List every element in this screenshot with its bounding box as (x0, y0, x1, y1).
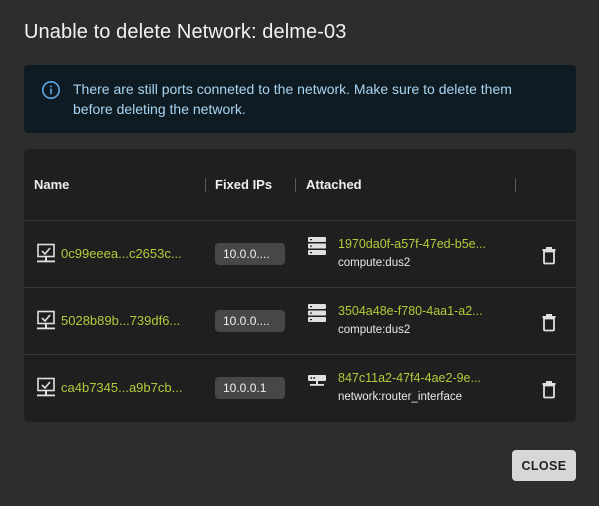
device-owner: compute:dus2 (338, 324, 411, 336)
port-icon (37, 243, 55, 263)
port-name-link[interactable]: 0c99eeea...c2653c... (61, 246, 201, 261)
trash-icon[interactable] (539, 245, 559, 265)
fixed-ip-chip: 10.0.0.... (215, 310, 285, 332)
port-name-link[interactable]: 5028b89b...739df6... (61, 313, 201, 328)
port-icon (37, 310, 55, 330)
port-name-link[interactable]: ca4b7345...a9b7cb... (61, 380, 201, 395)
trash-icon[interactable] (539, 379, 559, 399)
column-resize-handle[interactable] (515, 178, 516, 192)
attached-device-link[interactable]: 1970da0f-a57f-47ed-b5e... (338, 237, 506, 251)
table-header: Name Fixed IPs Attached (24, 149, 576, 221)
column-header-fixed-ips[interactable]: Fixed IPs (215, 177, 272, 192)
column-resize-handle[interactable] (205, 178, 206, 192)
device-owner: network:router_interface (338, 391, 463, 403)
close-button[interactable]: CLOSE (512, 450, 576, 481)
trash-icon[interactable] (539, 312, 559, 332)
info-alert: There are still ports conneted to the ne… (24, 65, 576, 133)
fixed-ip-chip: 10.0.0.1 (215, 377, 285, 399)
server-icon (308, 237, 326, 255)
server-icon (308, 304, 326, 322)
table-row: 0c99eeea...c2653c... 10.0.0.... 1970da0f… (24, 221, 576, 288)
attached-device-link[interactable]: 847c11a2-47f4-4ae2-9e... (338, 371, 506, 385)
info-icon (42, 81, 60, 99)
alert-message: There are still ports conneted to the ne… (73, 81, 512, 117)
ports-table: Name Fixed IPs Attached 0c99eeea...c2653… (24, 149, 576, 422)
table-row: 5028b89b...739df6... 10.0.0.... 3504a48e… (24, 288, 576, 355)
port-icon (37, 377, 55, 397)
delete-network-dialog: Unable to delete Network: delme-03 There… (0, 0, 599, 506)
attached-device-link[interactable]: 3504a48e-f780-4aa1-a2... (338, 304, 506, 318)
column-header-attached[interactable]: Attached (306, 177, 362, 192)
device-owner: compute:dus2 (338, 257, 411, 269)
table-row: ca4b7345...a9b7cb... 10.0.0.1 847c11a2-4… (24, 355, 576, 421)
column-header-name[interactable]: Name (34, 177, 69, 192)
column-resize-handle[interactable] (295, 178, 296, 192)
router-icon (308, 375, 326, 386)
fixed-ip-chip: 10.0.0.... (215, 243, 285, 265)
dialog-title: Unable to delete Network: delme-03 (24, 21, 347, 43)
